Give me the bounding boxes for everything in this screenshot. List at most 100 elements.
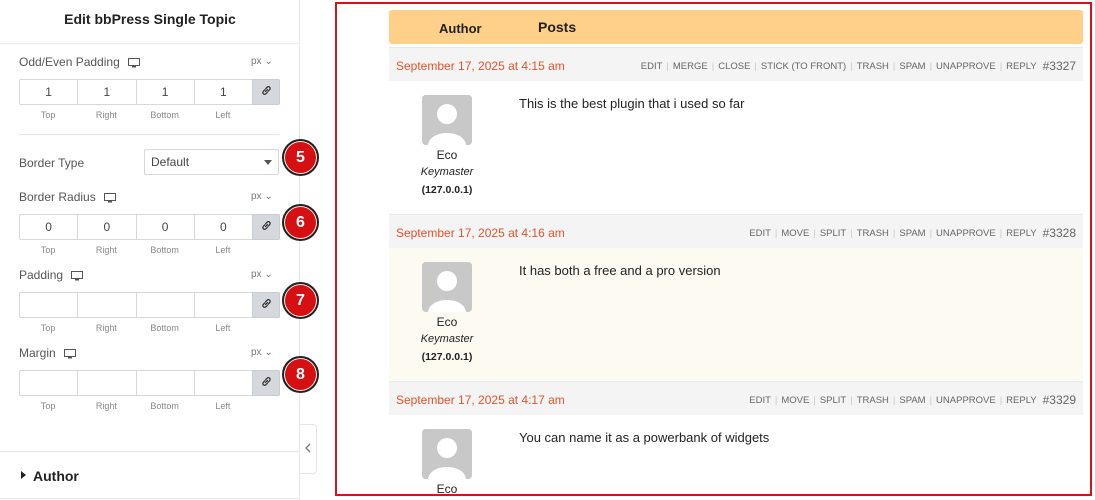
- side-label-top: Top: [40, 110, 56, 120]
- margin-left[interactable]: [193, 370, 252, 396]
- border-type-label: Border Type: [19, 156, 84, 170]
- separator: |: [711, 60, 715, 72]
- reply-date[interactable]: September 17, 2025 at 4:15 am: [396, 59, 565, 73]
- close-link[interactable]: CLOSE: [718, 61, 750, 72]
- border-radius-right[interactable]: 0: [77, 214, 136, 240]
- link-values-button[interactable]: [252, 214, 280, 240]
- reply-item: September 17, 2025 at 4:16 am EDIT | MOVE…: [389, 214, 1083, 381]
- reply-date[interactable]: September 17, 2025 at 4:16 am: [396, 226, 565, 240]
- margin-bottom[interactable]: [135, 370, 194, 396]
- avatar[interactable]: [422, 95, 472, 145]
- avatar[interactable]: [422, 262, 472, 312]
- padding-right[interactable]: [77, 292, 136, 318]
- trash-link[interactable]: TRASH: [857, 228, 889, 239]
- unapprove-link[interactable]: UNAPPROVE: [936, 61, 996, 72]
- author-name[interactable]: Eco: [389, 482, 505, 494]
- border-radius-left[interactable]: 0: [193, 214, 252, 240]
- margin-unit[interactable]: px ⌄: [251, 347, 273, 358]
- odd-even-padding-left[interactable]: 1: [193, 79, 252, 105]
- link-values-button[interactable]: [252, 79, 280, 105]
- desktop-icon[interactable]: [71, 270, 84, 280]
- odd-even-padding-top[interactable]: 1: [19, 79, 78, 105]
- spam-link[interactable]: SPAM: [899, 228, 925, 239]
- margin-text: Margin: [19, 346, 56, 360]
- spam-link[interactable]: SPAM: [899, 61, 925, 72]
- separator: |: [754, 60, 757, 72]
- merge-link[interactable]: MERGE: [673, 61, 708, 72]
- margin-right[interactable]: [77, 370, 136, 396]
- author-name[interactable]: Eco: [389, 148, 505, 162]
- author-section-toggle[interactable]: Author: [0, 451, 300, 499]
- border-radius-bottom[interactable]: 0: [135, 214, 194, 240]
- divider: [19, 134, 279, 135]
- odd-even-padding-bottom[interactable]: 1: [135, 79, 194, 105]
- step-badge-8: 8: [282, 356, 319, 393]
- stick-link[interactable]: STICK (TO FRONT): [761, 61, 846, 72]
- trash-link[interactable]: TRASH: [857, 395, 889, 406]
- separator: |: [813, 227, 816, 239]
- author-role: Keymaster: [420, 333, 474, 345]
- chevron-down-icon: ⌄: [264, 269, 273, 280]
- unit-text: px: [251, 269, 262, 280]
- separator: |: [850, 60, 853, 72]
- desktop-icon[interactable]: [63, 348, 76, 358]
- padding-left[interactable]: [193, 292, 252, 318]
- header-author: Author: [439, 21, 482, 36]
- reply-permalink[interactable]: #3329: [1043, 393, 1076, 407]
- step-badge-5: 5: [282, 139, 319, 176]
- link-icon: [261, 83, 272, 101]
- edit-link[interactable]: EDIT: [641, 61, 663, 72]
- border-radius-unit[interactable]: px ⌄: [251, 191, 273, 202]
- padding-side-labels: Top Right Bottom Left: [19, 323, 252, 333]
- collapse-panel-button[interactable]: [300, 424, 317, 474]
- odd-even-padding-label: Odd/Even Padding: [19, 55, 140, 69]
- padding-unit[interactable]: px ⌄: [251, 269, 273, 280]
- margin-dimensions: [19, 370, 280, 396]
- author-ip: (127.0.0.1): [421, 184, 473, 196]
- forum-header: Author Posts: [389, 10, 1083, 44]
- padding-bottom[interactable]: [135, 292, 194, 318]
- unapprove-link[interactable]: UNAPPROVE: [936, 228, 996, 239]
- padding-top[interactable]: [19, 292, 78, 318]
- odd-even-padding-dimensions: 1 1 1 1: [19, 79, 280, 105]
- link-values-button[interactable]: [252, 292, 280, 318]
- reply-link[interactable]: REPLY: [1006, 61, 1036, 72]
- side-label-bottom: Bottom: [150, 323, 179, 333]
- reply-content: It has both a free and a pro version: [519, 263, 721, 278]
- side-label-left: Left: [215, 323, 231, 333]
- odd-even-padding-right[interactable]: 1: [77, 79, 136, 105]
- separator: |: [892, 394, 896, 406]
- reply-header: September 17, 2025 at 4:16 am EDIT | MOVE…: [389, 214, 1083, 248]
- reply-body: Eco Keymaster (127.0.0.1) This is the be…: [389, 81, 1083, 213]
- editor-panel: Edit bbPress Single Topic Odd/Even Paddi…: [0, 0, 319, 500]
- reply-link[interactable]: REPLY: [1006, 395, 1036, 406]
- odd-even-padding-unit[interactable]: px ⌄: [251, 56, 273, 67]
- edit-link[interactable]: EDIT: [749, 395, 771, 406]
- split-link[interactable]: SPLIT: [820, 228, 846, 239]
- padding-dimensions: [19, 292, 280, 318]
- border-radius-top[interactable]: 0: [19, 214, 78, 240]
- side-label-left: Left: [215, 401, 231, 411]
- move-link[interactable]: MOVE: [781, 228, 809, 239]
- reply-permalink[interactable]: #3327: [1043, 59, 1076, 73]
- margin-top[interactable]: [19, 370, 78, 396]
- side-label-right: Right: [95, 323, 117, 333]
- reply-permalink[interactable]: #3328: [1043, 226, 1076, 240]
- avatar[interactable]: [422, 429, 472, 479]
- move-link[interactable]: MOVE: [781, 395, 809, 406]
- border-type-select[interactable]: Default: [144, 149, 279, 175]
- trash-link[interactable]: TRASH: [857, 61, 889, 72]
- bbpress-topic: Author Posts September 17, 2025 at 4:15 …: [389, 10, 1083, 494]
- desktop-icon[interactable]: [103, 192, 116, 202]
- spam-link[interactable]: SPAM: [899, 395, 925, 406]
- edit-link[interactable]: EDIT: [749, 228, 771, 239]
- unapprove-link[interactable]: UNAPPROVE: [936, 395, 996, 406]
- reply-date[interactable]: September 17, 2025 at 4:17 am: [396, 393, 565, 407]
- split-link[interactable]: SPLIT: [820, 395, 846, 406]
- desktop-icon[interactable]: [127, 57, 140, 67]
- reply-body: Eco You can name it as a powerbank of wi…: [389, 415, 1083, 494]
- author-name[interactable]: Eco: [389, 315, 505, 329]
- reply-link[interactable]: REPLY: [1006, 228, 1036, 239]
- link-values-button[interactable]: [252, 370, 280, 396]
- unit-text: px: [251, 56, 262, 67]
